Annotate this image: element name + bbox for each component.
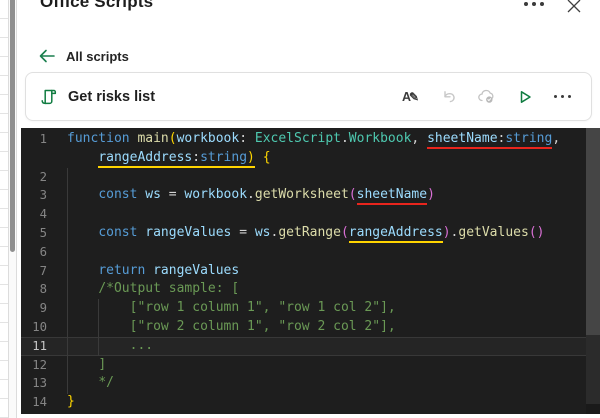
back-arrow-icon[interactable] xyxy=(38,48,56,64)
excel-vertical-scrollbar[interactable] xyxy=(8,0,17,418)
code-line[interactable]: 11 ... xyxy=(21,337,600,356)
code-line[interactable]: 9 ["row 1 column 1", "row 1 col 2"], xyxy=(21,299,600,318)
indent-guide xyxy=(67,168,68,394)
code-line[interactable]: 13 */ xyxy=(21,374,600,393)
line-number: 4 xyxy=(39,207,47,222)
line-number: 14 xyxy=(32,395,47,410)
code-editor[interactable]: 1 function main(workbook: ExcelScript.Wor… xyxy=(21,128,600,414)
line-number: 8 xyxy=(39,282,47,297)
line-number: 7 xyxy=(39,263,47,278)
indent-guide xyxy=(98,299,99,356)
code-text: ["row 2 column 1", "row 2 col 2"], xyxy=(129,318,396,334)
script-toolbar: A✎ xyxy=(400,86,573,107)
line-number xyxy=(21,149,47,168)
line-number: 12 xyxy=(32,357,47,372)
line-number: 6 xyxy=(39,244,47,259)
line-number: 15 xyxy=(21,412,47,415)
undo-icon[interactable] xyxy=(438,86,459,107)
cloud-saved-icon[interactable] xyxy=(476,86,497,107)
code-line[interactable]: 7 return rangeValues xyxy=(21,262,600,281)
code-line[interactable]: 14} xyxy=(21,393,600,412)
line-number: 1 xyxy=(39,132,47,146)
page-title: Office Scripts xyxy=(40,0,154,11)
editor-scrollbar-thumb[interactable] xyxy=(586,128,600,335)
code-line[interactable]: 15 xyxy=(21,412,600,415)
code-line[interactable]: 4 xyxy=(21,205,600,224)
code-text: ... xyxy=(129,337,154,353)
line-number: 2 xyxy=(39,169,47,184)
line-number: 5 xyxy=(39,225,47,240)
close-icon[interactable] xyxy=(564,0,584,16)
line-number: 11 xyxy=(32,338,47,353)
code-line[interactable]: 3 const ws = workbook.getWorksheet(sheet… xyxy=(21,186,600,206)
line-number: 3 xyxy=(39,188,47,203)
code-text: rangeAddress:string) { xyxy=(47,149,271,168)
back-label[interactable]: All scripts xyxy=(66,49,129,64)
code-text: } xyxy=(67,394,75,410)
code-line[interactable]: 6 xyxy=(21,243,600,262)
code-line[interactable]: 5 const rangeValues = ws.getRange(rangeA… xyxy=(21,224,600,243)
excel-scrollbar-thumb[interactable] xyxy=(10,0,15,252)
script-name: Get risks list xyxy=(68,88,156,105)
code-text: ["row 1 column 1", "row 1 col 2"], xyxy=(129,300,396,316)
code-text: const ws = workbook.getWorksheet(sheetNa… xyxy=(47,186,435,206)
script-more-icon[interactable] xyxy=(552,86,573,107)
code-line[interactable]: 12 ] xyxy=(21,356,600,375)
line-number: 13 xyxy=(32,376,47,391)
office-scripts-pane: Office Scripts All scripts Get risks lis… xyxy=(17,0,600,418)
script-scroll-icon xyxy=(41,89,57,104)
code-line[interactable]: 1 function main(workbook: ExcelScript.Wor… xyxy=(21,130,600,149)
line-number: 10 xyxy=(32,319,47,334)
pane-overflow-menu-icon[interactable] xyxy=(522,0,546,13)
excel-sheet-sliver xyxy=(0,0,8,418)
editor-scrollbar-corner xyxy=(586,404,600,414)
code-line[interactable]: rangeAddress:string) { xyxy=(21,149,600,168)
code-text: return rangeValues xyxy=(98,262,240,278)
editor-scrollbar[interactable] xyxy=(586,128,600,414)
code-line[interactable]: 10 ["row 2 column 1", "row 2 col 2"], xyxy=(21,318,600,337)
code-text: const rangeValues = ws.getRange(rangeAdd… xyxy=(47,224,544,243)
back-nav[interactable]: All scripts xyxy=(38,46,129,66)
code-text: function main(workbook: ExcelScript.Work… xyxy=(47,130,560,149)
code-text: /*Output sample: [ xyxy=(98,281,240,297)
code-line[interactable]: 2 xyxy=(21,168,600,187)
run-icon[interactable] xyxy=(514,86,535,107)
script-title-bar: Get risks list A✎ xyxy=(25,72,592,121)
code-line[interactable]: 8 /*Output sample: [ xyxy=(21,280,600,299)
line-number: 9 xyxy=(39,301,47,316)
code-text: ] xyxy=(98,356,107,372)
code-lines: 1 function main(workbook: ExcelScript.Wor… xyxy=(21,130,600,414)
code-text: */ xyxy=(98,375,114,391)
rename-icon[interactable]: A✎ xyxy=(400,86,421,107)
